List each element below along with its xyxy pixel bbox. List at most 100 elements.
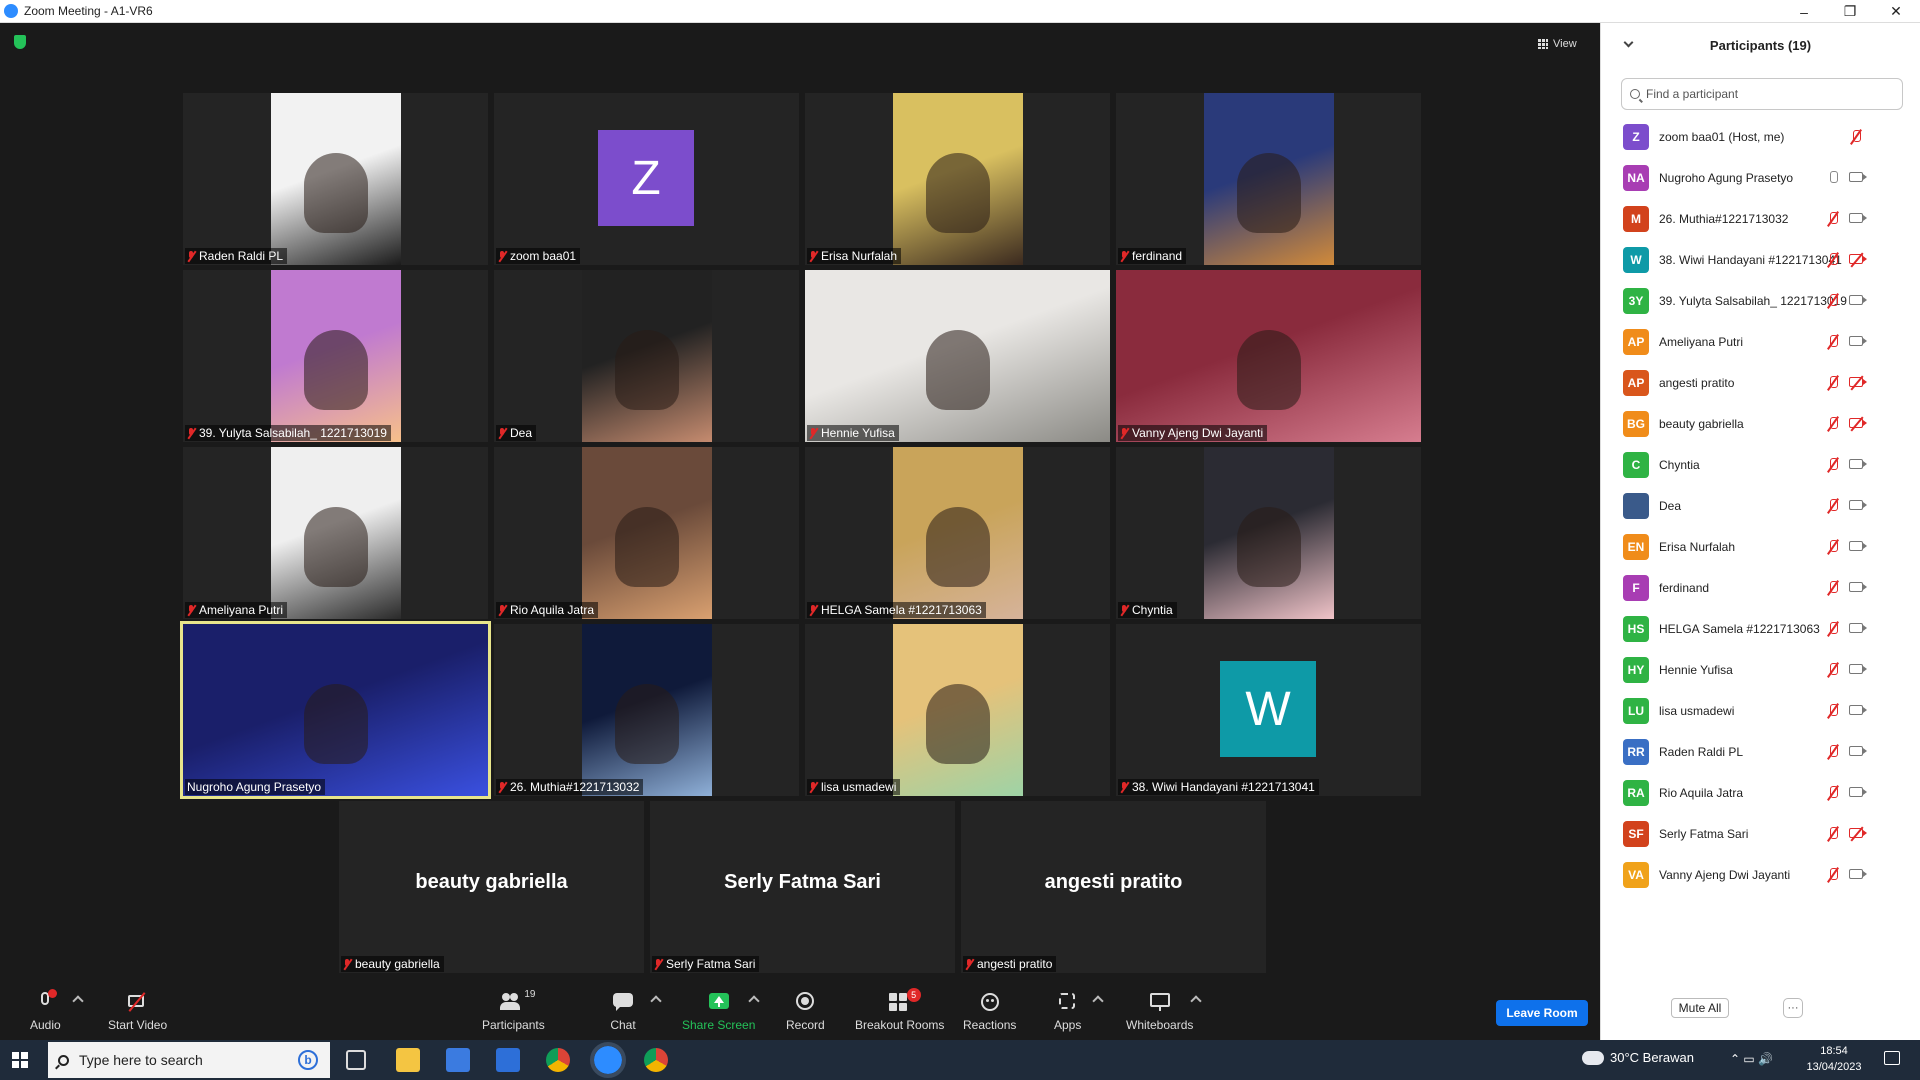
muted-mic-icon[interactable] bbox=[1826, 744, 1840, 760]
audio-options-caret[interactable] bbox=[72, 995, 84, 1007]
participant-row[interactable]: BG beauty gabriella bbox=[1601, 403, 1920, 444]
participant-row[interactable]: HY Hennie Yufisa bbox=[1601, 649, 1920, 690]
video-camera-icon[interactable] bbox=[1849, 704, 1867, 717]
video-tile[interactable]: Vanny Ajeng Dwi Jayanti bbox=[1116, 270, 1421, 442]
apps-button[interactable]: Apps bbox=[1054, 991, 1081, 1032]
video-camera-icon[interactable] bbox=[1849, 171, 1867, 184]
system-tray-icons[interactable]: ⌃ ▭ 🔊 bbox=[1730, 1052, 1773, 1066]
muted-mic-icon[interactable] bbox=[1826, 416, 1840, 432]
participant-row[interactable]: RR Raden Raldi PL bbox=[1601, 731, 1920, 772]
participant-row[interactable]: Fferdinand bbox=[1601, 567, 1920, 608]
participant-row[interactable]: Zzoom baa01 (Host, me) bbox=[1601, 116, 1920, 157]
record-button[interactable]: Record bbox=[786, 991, 825, 1032]
muted-mic-icon[interactable] bbox=[1826, 621, 1840, 637]
file-explorer-icon[interactable] bbox=[396, 1048, 420, 1072]
muted-mic-icon[interactable] bbox=[1826, 334, 1840, 350]
windows-start-icon[interactable] bbox=[12, 1052, 28, 1068]
video-tile[interactable]: Ameliyana Putri bbox=[183, 447, 488, 619]
participant-row[interactable]: SF Serly Fatma Sari bbox=[1601, 813, 1920, 854]
participant-row[interactable]: RA Rio Aquila Jatra bbox=[1601, 772, 1920, 813]
participant-row[interactable]: Dea bbox=[1601, 485, 1920, 526]
video-camera-icon[interactable] bbox=[1849, 786, 1867, 799]
muted-mic-icon[interactable] bbox=[1826, 375, 1840, 391]
participant-search-input[interactable]: Find a participant bbox=[1621, 78, 1903, 110]
chrome-profile-icon[interactable] bbox=[644, 1048, 668, 1072]
video-camera-icon[interactable] bbox=[1849, 335, 1867, 348]
muted-mic-icon[interactable] bbox=[1826, 539, 1840, 555]
video-tile[interactable]: Rio Aquila Jatra bbox=[494, 447, 799, 619]
task-view-icon[interactable] bbox=[346, 1050, 366, 1070]
video-camera-icon[interactable] bbox=[1849, 212, 1867, 225]
participant-row[interactable]: M 26. Muthia#1221713032 bbox=[1601, 198, 1920, 239]
muted-mic-icon[interactable] bbox=[1826, 252, 1840, 268]
mute-all-button[interactable]: Mute All bbox=[1671, 998, 1729, 1018]
video-tile[interactable]: W 38. Wiwi Handayani #1221713041 bbox=[1116, 624, 1421, 796]
participant-row[interactable]: AP Ameliyana Putri bbox=[1601, 321, 1920, 362]
video-tile[interactable]: Nugroho Agung Prasetyo bbox=[180, 621, 491, 799]
bing-icon[interactable]: b bbox=[298, 1050, 318, 1070]
video-camera-icon[interactable] bbox=[1849, 745, 1867, 758]
video-tile[interactable]: lisa usmadewi bbox=[805, 624, 1110, 796]
chat-options-caret[interactable] bbox=[650, 995, 662, 1007]
participant-row[interactable]: EN Erisa Nurfalah bbox=[1601, 526, 1920, 567]
video-tile[interactable]: Hennie Yufisa bbox=[805, 270, 1110, 442]
video-tile[interactable]: angesti pratito angesti pratito bbox=[961, 801, 1266, 973]
more-options-button[interactable]: ··· bbox=[1783, 998, 1803, 1018]
muted-mic-icon[interactable] bbox=[1849, 129, 1863, 145]
muted-mic-icon[interactable] bbox=[1826, 826, 1840, 842]
video-tile[interactable]: Chyntia bbox=[1116, 447, 1421, 619]
video-camera-icon[interactable] bbox=[1849, 458, 1867, 471]
video-camera-icon[interactable] bbox=[1849, 663, 1867, 676]
audio-button[interactable]: Audio bbox=[30, 989, 61, 1032]
video-camera-icon[interactable] bbox=[1849, 499, 1867, 512]
participant-row[interactable]: VA Vanny Ajeng Dwi Jayanti bbox=[1601, 854, 1920, 895]
video-camera-icon[interactable] bbox=[1849, 868, 1867, 881]
zoom-taskbar-icon[interactable] bbox=[590, 1042, 626, 1078]
video-tile[interactable]: 39. Yulyta Salsabilah_ 1221713019 bbox=[183, 270, 488, 442]
participant-row[interactable]: LU lisa usmadewi bbox=[1601, 690, 1920, 731]
chat-button[interactable]: Chat bbox=[610, 991, 636, 1032]
taskbar-clock[interactable]: 18:54 13/04/2023 bbox=[1806, 1043, 1862, 1075]
video-tile[interactable]: beauty gabriella beauty gabriella bbox=[339, 801, 644, 973]
video-tile[interactable]: Erisa Nurfalah bbox=[805, 93, 1110, 265]
participant-row[interactable]: NA Nugroho Agung Prasetyo bbox=[1601, 157, 1920, 198]
video-tile[interactable]: Zzoom baa01 bbox=[494, 93, 799, 265]
participant-row[interactable]: W 38. Wiwi Handayani #1221713041 bbox=[1601, 239, 1920, 280]
muted-mic-icon[interactable] bbox=[1826, 457, 1840, 473]
video-tile[interactable]: Dea bbox=[494, 270, 799, 442]
muted-mic-icon[interactable] bbox=[1826, 785, 1840, 801]
reactions-button[interactable]: Reactions bbox=[963, 991, 1016, 1032]
participant-row[interactable]: HS HELGA Samela #1221713063 bbox=[1601, 608, 1920, 649]
weather-widget[interactable]: 30°C Berawan bbox=[1579, 1045, 1694, 1065]
video-tile[interactable]: Raden Raldi PL bbox=[183, 93, 488, 265]
video-camera-icon[interactable] bbox=[1849, 622, 1867, 635]
taskbar-search-input[interactable]: Type here to search b bbox=[48, 1042, 330, 1078]
muted-mic-icon[interactable] bbox=[1826, 580, 1840, 596]
muted-mic-icon[interactable] bbox=[1826, 703, 1840, 719]
muted-mic-icon[interactable] bbox=[1826, 867, 1840, 883]
participant-row[interactable]: C Chyntia bbox=[1601, 444, 1920, 485]
video-tile[interactable]: HELGA Samela #1221713063 bbox=[805, 447, 1110, 619]
muted-mic-icon[interactable] bbox=[1826, 211, 1840, 227]
security-shield-icon[interactable] bbox=[14, 35, 26, 49]
participant-row[interactable]: 3Y 39. Yulyta Salsabilah_ 1221713019 bbox=[1601, 280, 1920, 321]
breakout-rooms-button[interactable]: 5 Breakout Rooms bbox=[855, 988, 944, 1032]
muted-mic-icon[interactable] bbox=[1826, 662, 1840, 678]
participant-row[interactable]: AP angesti pratito bbox=[1601, 362, 1920, 403]
video-off-icon[interactable] bbox=[1849, 827, 1867, 840]
video-off-icon[interactable] bbox=[1849, 253, 1867, 266]
share-screen-button[interactable]: Share Screen bbox=[682, 991, 755, 1032]
microsoft-store-icon[interactable] bbox=[446, 1048, 470, 1072]
close-button[interactable]: ✕ bbox=[1873, 0, 1919, 23]
whiteboards-button[interactable]: Whiteboards bbox=[1126, 991, 1193, 1032]
video-camera-icon[interactable] bbox=[1849, 581, 1867, 594]
chrome-icon[interactable] bbox=[546, 1048, 570, 1072]
start-video-button[interactable]: Start Video bbox=[108, 991, 167, 1032]
maximize-button[interactable]: ❐ bbox=[1827, 0, 1873, 23]
collapse-chevron-icon[interactable] bbox=[1623, 37, 1634, 48]
video-camera-icon[interactable] bbox=[1849, 294, 1867, 307]
leave-room-button[interactable]: Leave Room bbox=[1496, 1000, 1588, 1026]
video-camera-icon[interactable] bbox=[1849, 540, 1867, 553]
muted-mic-icon[interactable] bbox=[1826, 498, 1840, 514]
microphone-icon[interactable] bbox=[1826, 170, 1840, 186]
